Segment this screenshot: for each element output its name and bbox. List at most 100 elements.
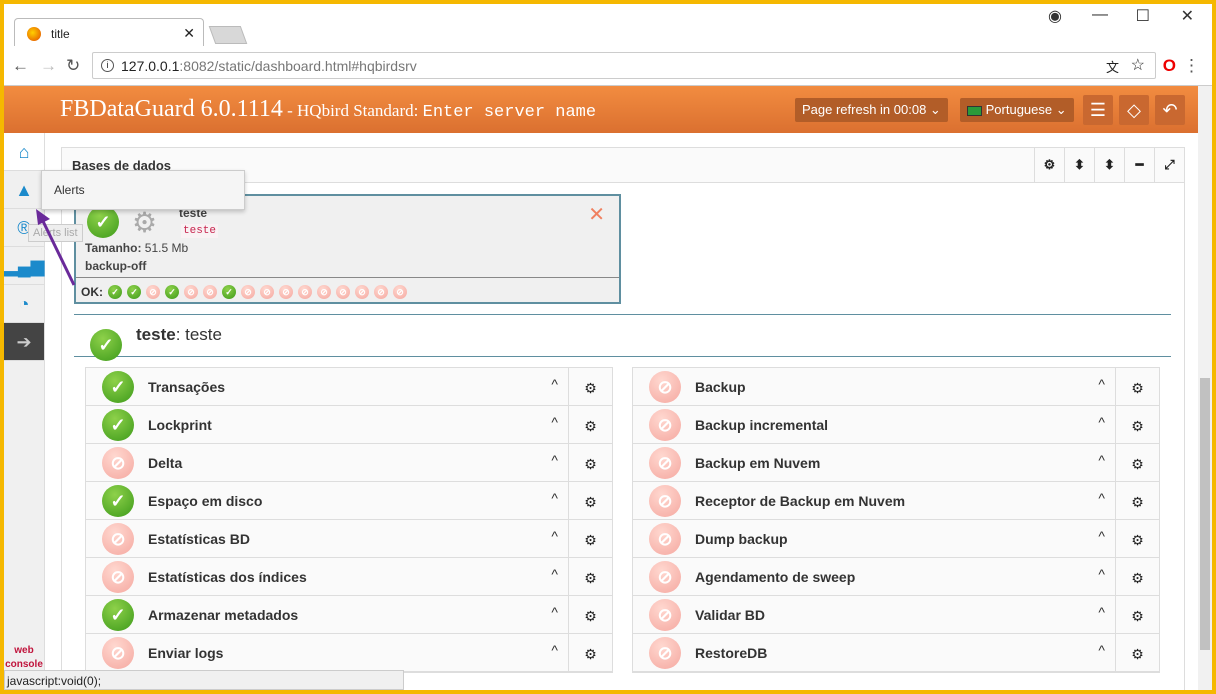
job-row[interactable]: ⊘ Estatísticas BD ^ ⚙ <box>86 520 612 558</box>
job-settings-icon[interactable]: ⚙ <box>568 482 612 519</box>
maximize-button[interactable]: ☐ <box>1136 6 1150 26</box>
job-settings-icon[interactable]: ⚙ <box>1115 634 1159 671</box>
job-row[interactable]: ⊘ RestoreDB ^ ⚙ <box>633 634 1159 672</box>
job-row[interactable]: ✓ Armazenar metadados ^ ⚙ <box>86 596 612 634</box>
job-settings-icon[interactable]: ⚙ <box>1115 444 1159 481</box>
status-dot-off: ⊘ <box>184 285 198 299</box>
chevron-up-icon[interactable]: ^ <box>1098 528 1105 544</box>
chevron-up-icon[interactable]: ^ <box>1098 452 1105 468</box>
bookmark-star-icon[interactable]: ☆ <box>1131 55 1145 75</box>
database-card[interactable]: ✓ ⚙ teste teste Tamanho: 51.5 Mb backup-… <box>74 194 621 304</box>
chevron-up-icon[interactable]: ^ <box>551 452 558 468</box>
sidebar-item-dashboard[interactable]: ◔ <box>4 285 44 323</box>
browser-tab[interactable]: title ✕ <box>14 18 204 48</box>
chevron-up-icon[interactable]: ^ <box>551 642 558 658</box>
job-label: Enviar logs <box>148 645 224 661</box>
url-input[interactable]: i 127.0.0.1:8082/static/dashboard.html#hq… <box>92 52 1156 79</box>
scrollbar-thumb[interactable] <box>1200 378 1210 650</box>
chevron-up-icon[interactable]: ^ <box>1098 566 1105 582</box>
status-dot-ok: ✓ <box>165 285 179 299</box>
job-settings-icon[interactable]: ⚙ <box>568 596 612 633</box>
chevron-up-icon[interactable]: ^ <box>551 566 558 582</box>
chevron-up-icon[interactable]: ^ <box>1098 642 1105 658</box>
job-row[interactable]: ⊘ Receptor de Backup em Nuvem ^ ⚙ <box>633 482 1159 520</box>
arrow-right-icon: ➔ <box>16 332 32 352</box>
job-row[interactable]: ⊘ Backup em Nuvem ^ ⚙ <box>633 444 1159 482</box>
job-row[interactable]: ✓ Lockprint ^ ⚙ <box>86 406 612 444</box>
sidebar-item-alerts[interactable]: ▲ <box>4 171 44 209</box>
job-settings-icon[interactable]: ⚙ <box>1115 596 1159 633</box>
minimize-button[interactable]: — <box>1092 6 1108 24</box>
job-row[interactable]: ⊘ Dump backup ^ ⚙ <box>633 520 1159 558</box>
job-row[interactable]: ⊘ Enviar logs ^ ⚙ <box>86 634 612 672</box>
job-settings-icon[interactable]: ⚙ <box>1115 406 1159 443</box>
opera-icon[interactable]: O <box>1163 56 1176 76</box>
refresh-dropdown[interactable]: Page refresh in 00:08 ⌄ <box>795 98 948 122</box>
web-console-link[interactable]: web console <box>4 644 44 672</box>
job-settings-icon[interactable]: ⚙ <box>568 634 612 671</box>
chevron-up-icon[interactable]: ^ <box>551 604 558 620</box>
job-row[interactable]: ⊘ Backup ^ ⚙ <box>633 368 1159 406</box>
chevron-up-icon[interactable]: ^ <box>551 490 558 506</box>
remove-database-icon[interactable]: ✕ <box>588 202 605 227</box>
menu-dots-icon[interactable]: ⋮ <box>1183 56 1200 76</box>
job-settings-icon[interactable]: ⚙ <box>568 368 612 405</box>
job-row[interactable]: ⊘ Delta ^ ⚙ <box>86 444 612 482</box>
reply-all-button[interactable]: ↶ <box>1155 95 1185 125</box>
chevron-up-icon[interactable]: ^ <box>551 414 558 430</box>
back-icon[interactable]: ← <box>12 56 29 76</box>
alerts-tooltip: Alerts <box>41 170 245 210</box>
status-dot-ok: ✓ <box>222 285 236 299</box>
sort-icon[interactable]: ⬍ <box>1064 148 1094 182</box>
job-settings-icon[interactable]: ⚙ <box>568 558 612 595</box>
forward-icon[interactable]: → <box>40 56 57 76</box>
scrollbar[interactable] <box>1198 86 1212 690</box>
job-row[interactable]: ⊘ Backup incremental ^ ⚙ <box>633 406 1159 444</box>
minimize-panel-icon[interactable]: ━ <box>1124 148 1154 182</box>
close-window-button[interactable]: ✕ <box>1181 6 1194 26</box>
chevron-up-icon[interactable]: ^ <box>551 376 558 392</box>
close-tab-icon[interactable]: ✕ <box>183 25 195 42</box>
translate-icon[interactable]: 文 <box>1106 57 1119 76</box>
chevron-up-icon[interactable]: ^ <box>551 528 558 544</box>
new-tab-button[interactable] <box>208 26 248 44</box>
job-settings-icon[interactable]: ⚙ <box>568 520 612 557</box>
job-settings-icon[interactable]: ⚙ <box>1115 558 1159 595</box>
sidebar-item-home[interactable]: ⌂ <box>4 133 44 171</box>
sidebar-item-collapse[interactable]: ➔ <box>4 323 44 361</box>
panel-settings-icon[interactable]: ⚙ <box>1034 148 1064 182</box>
profile-icon[interactable]: ◉ <box>1048 6 1062 26</box>
language-dropdown[interactable]: Portuguese ⌄ <box>960 98 1074 122</box>
dashboard-icon: ◔ <box>18 294 30 314</box>
eraser-button[interactable]: ◇ <box>1119 95 1149 125</box>
job-settings-icon[interactable]: ⚙ <box>568 406 612 443</box>
job-row[interactable]: ⊘ Estatísticas dos índices ^ ⚙ <box>86 558 612 596</box>
info-icon[interactable]: i <box>101 59 114 72</box>
favicon-icon <box>27 27 41 41</box>
job-row[interactable]: ✓ Transações ^ ⚙ <box>86 368 612 406</box>
chevron-up-icon[interactable]: ^ <box>1098 414 1105 430</box>
disabled-icon: ⊘ <box>649 485 681 517</box>
chevron-up-icon[interactable]: ^ <box>1098 604 1105 620</box>
chevron-up-icon[interactable]: ^ <box>1098 376 1105 392</box>
job-label: Backup incremental <box>695 417 829 433</box>
address-bar-row: ← → ↻ i 127.0.0.1:8082/static/dashboard.h… <box>4 46 1212 86</box>
job-row[interactable]: ✓ Espaço em disco ^ ⚙ <box>86 482 612 520</box>
job-settings-icon[interactable]: ⚙ <box>1115 482 1159 519</box>
reload-icon[interactable]: ↻ <box>66 56 80 76</box>
job-settings-icon[interactable]: ⚙ <box>1115 368 1159 405</box>
job-settings-icon[interactable]: ⚙ <box>1115 520 1159 557</box>
server-name[interactable]: Enter server name <box>423 103 596 122</box>
chevron-up-icon[interactable]: ^ <box>1098 490 1105 506</box>
job-settings-icon[interactable]: ⚙ <box>568 444 612 481</box>
disabled-icon: ⊘ <box>649 523 681 555</box>
expand-icon[interactable]: ⤢ <box>1154 148 1184 182</box>
job-label: Dump backup <box>695 531 788 547</box>
ok-icon: ✓ <box>102 485 134 517</box>
menu-button[interactable]: ☰ <box>1083 95 1113 125</box>
sort-icon-2[interactable]: ⬍ <box>1094 148 1124 182</box>
job-row[interactable]: ⊘ Agendamento de sweep ^ ⚙ <box>633 558 1159 596</box>
job-label: Delta <box>148 455 183 471</box>
job-row[interactable]: ⊘ Validar BD ^ ⚙ <box>633 596 1159 634</box>
gear-edit-icon[interactable]: ⚙ <box>132 206 157 239</box>
